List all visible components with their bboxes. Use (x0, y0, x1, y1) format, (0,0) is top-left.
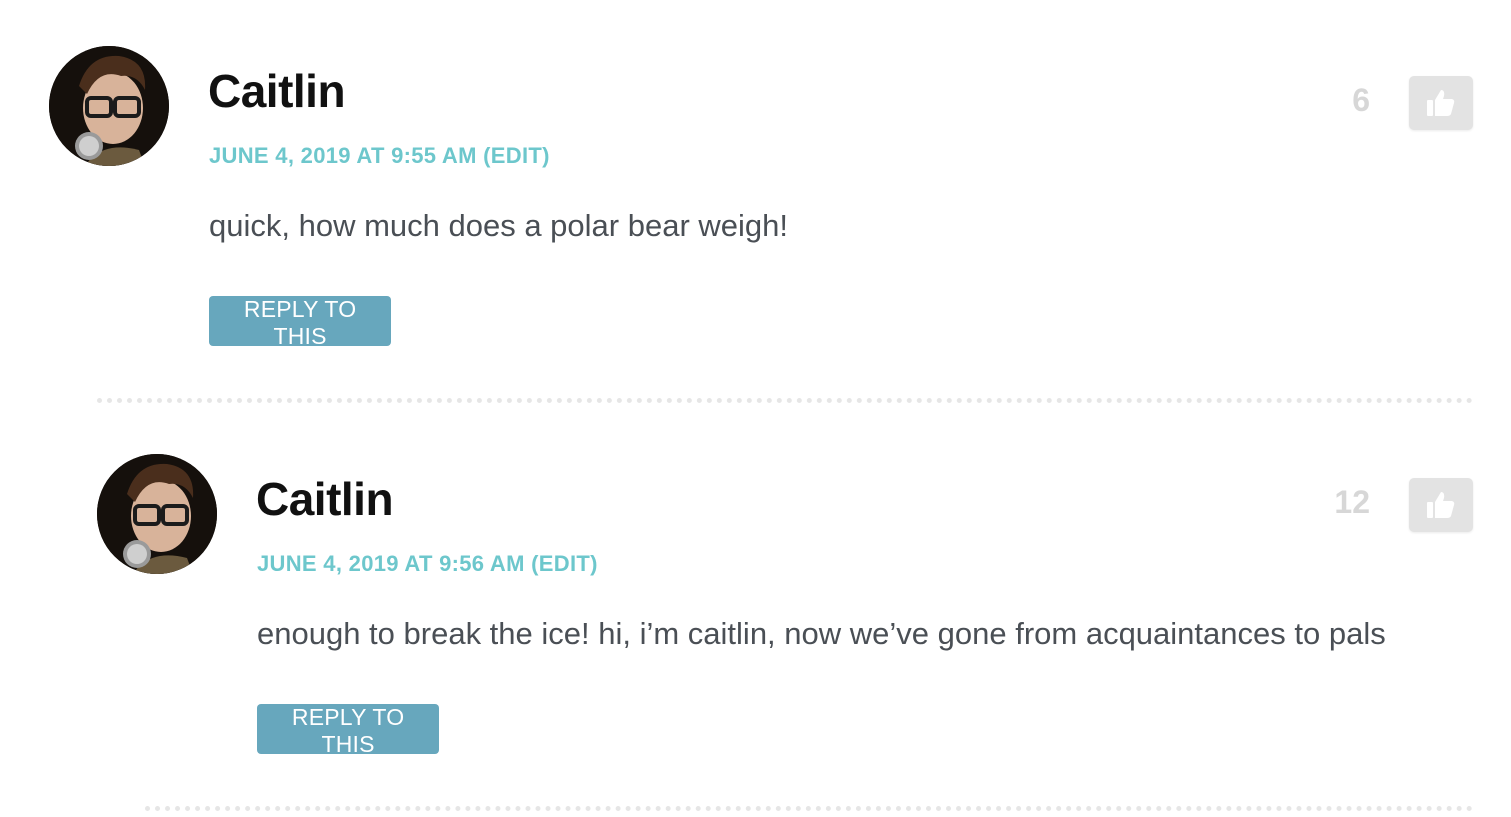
thumbs-up-icon (1427, 90, 1455, 116)
avatar-photo-icon (97, 454, 217, 574)
comment-author: Caitlin (256, 473, 394, 525)
reply-button[interactable]: REPLY TO THIS COMMENT (209, 296, 392, 376)
comment-divider (145, 806, 1473, 811)
avatar[interactable] (49, 46, 169, 166)
comment-text: enough to break the ice! hi, i’m caitlin… (257, 616, 1386, 651)
comment-date[interactable]: JUNE 4, 2019 AT 9:55 AM (209, 143, 477, 168)
like-button[interactable] (1409, 478, 1473, 532)
comment-author: Caitlin (208, 65, 346, 117)
avatar[interactable] (97, 454, 217, 574)
edit-link[interactable]: (EDIT) (483, 143, 550, 168)
comment-divider (97, 398, 1473, 403)
like-count: 12 (1334, 484, 1370, 520)
thumbs-up-icon (1427, 492, 1455, 518)
like-count: 6 (1352, 82, 1370, 118)
comment-meta: JUNE 4, 2019 AT 9:56 AM (EDIT) (257, 551, 598, 577)
avatar-photo-icon (49, 46, 169, 166)
reply-button[interactable]: REPLY TO THIS COMMENT (257, 704, 440, 784)
like-button[interactable] (1409, 76, 1473, 130)
comment-text: quick, how much does a polar bear weigh! (209, 208, 788, 243)
comment-meta: JUNE 4, 2019 AT 9:55 AM (EDIT) (209, 143, 550, 169)
comment-date[interactable]: JUNE 4, 2019 AT 9:56 AM (257, 551, 525, 576)
edit-link[interactable]: (EDIT) (531, 551, 598, 576)
